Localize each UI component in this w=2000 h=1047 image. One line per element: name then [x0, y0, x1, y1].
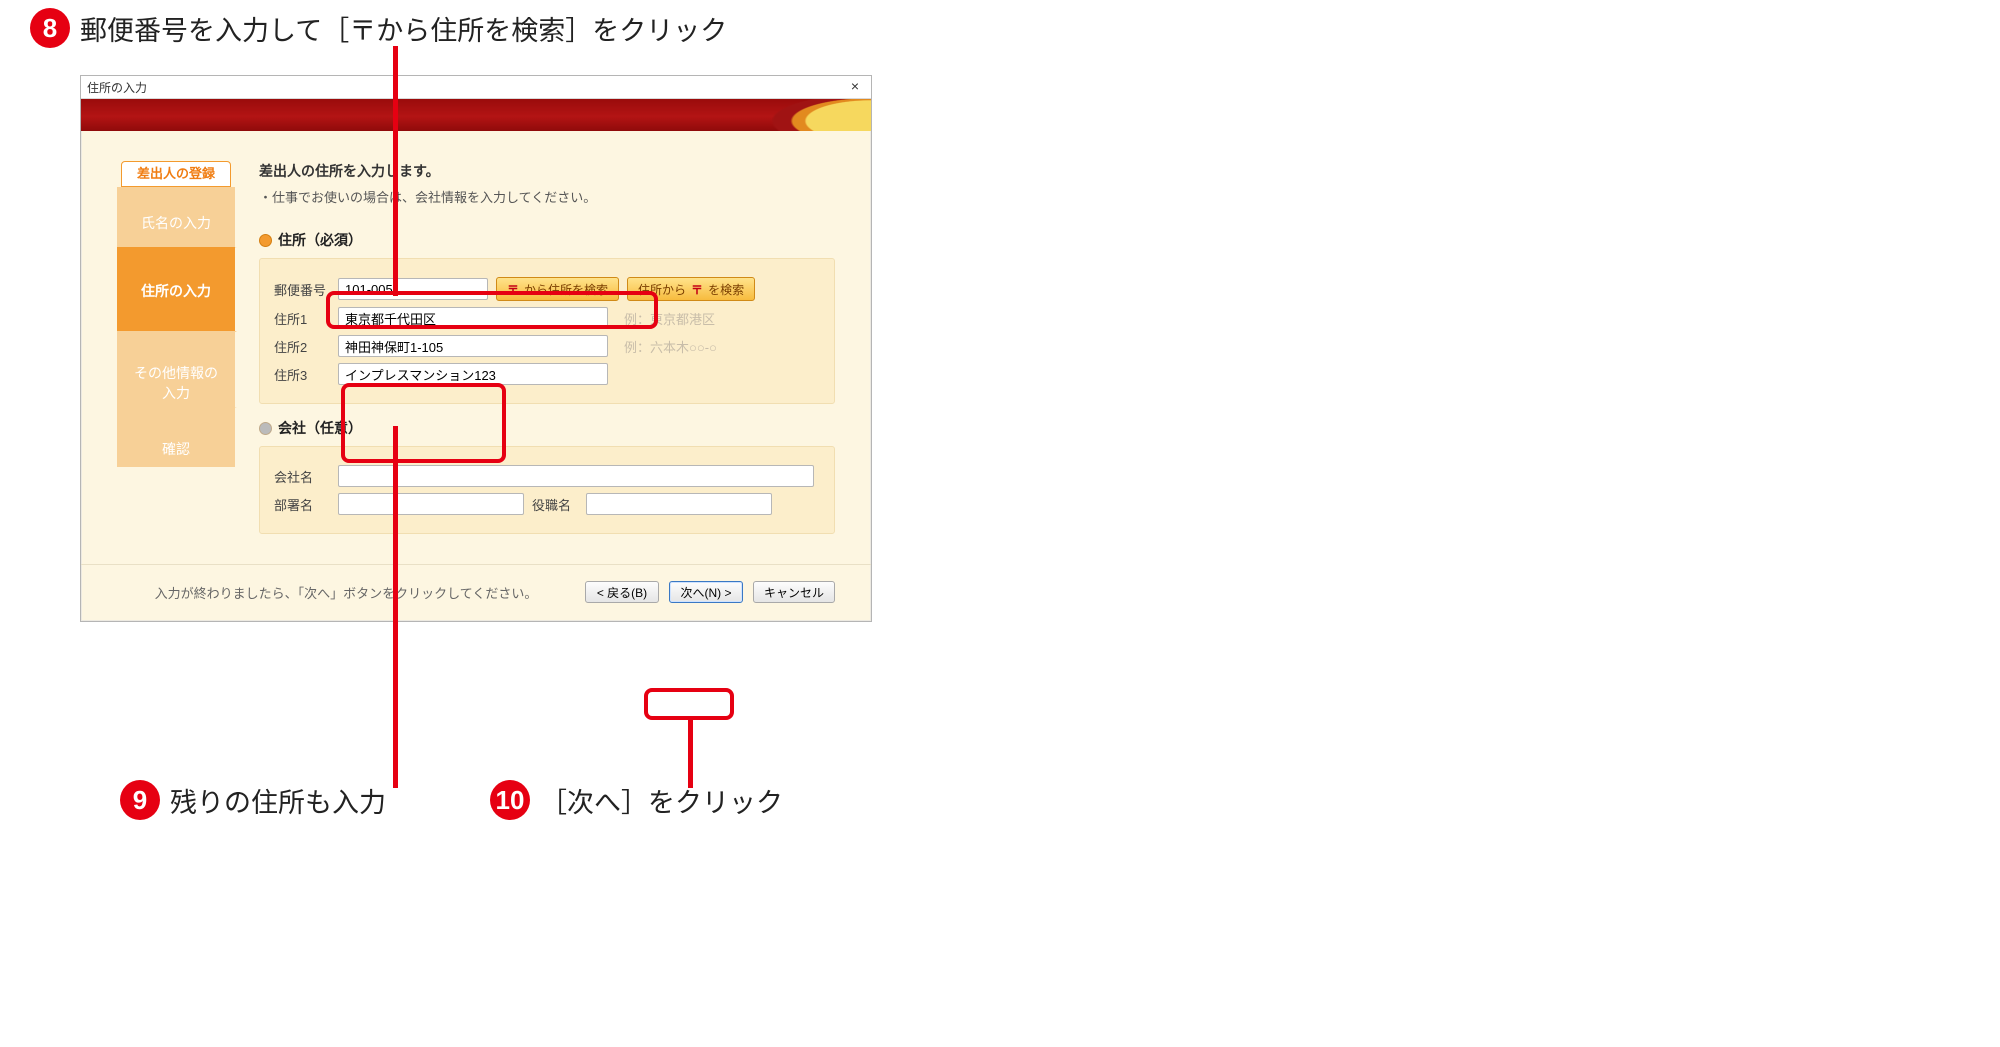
dialog-titlebar: 住所の入力 × — [81, 76, 871, 99]
leader-10 — [688, 720, 693, 788]
step-address-label: 住所の入力 — [141, 283, 211, 299]
address-group: 郵便番号 〒 から住所を検索 住所から 〒 を検索 住所1 — [259, 258, 835, 404]
cancel-button[interactable]: キャンセル — [753, 581, 835, 603]
next-button[interactable]: 次へ(N) > — [669, 581, 743, 603]
addr1-hint: 例：東京都港区 — [624, 309, 715, 328]
address-to-zip-label-post: を検索 — [708, 281, 744, 298]
dept-label: 部署名 — [274, 495, 330, 514]
addr2-hint: 例：六本木○○-○ — [624, 337, 717, 356]
callout-10: 10 ［次へ］をクリック — [490, 780, 783, 820]
step-name-label: 氏名の入力 — [141, 215, 211, 231]
callout-8-num: 8 — [30, 8, 70, 48]
zip-to-address-label: から住所を検索 — [524, 281, 608, 298]
sidebar-header: 差出人の登録 — [121, 161, 231, 187]
callout-8-text: 郵便番号を入力して［〒から住所を検索］をクリック — [80, 9, 727, 48]
addr1-label: 住所1 — [274, 309, 330, 328]
dialog-footer: 入力が終わりましたら、「次へ」ボタンをクリックしてください。 < 戻る(B) 次… — [81, 564, 871, 621]
step-other[interactable]: その他情報の 入力 — [117, 331, 235, 407]
footer-text: 入力が終わりましたら、「次へ」ボタンをクリックしてください。 — [117, 583, 575, 602]
section-company-header: 会社（任意） — [259, 418, 835, 438]
addr3-label: 住所3 — [274, 365, 330, 384]
addr2-input[interactable] — [338, 335, 608, 357]
postal-mark-icon: 〒 — [691, 281, 703, 298]
company-input[interactable] — [338, 465, 814, 487]
dept-input[interactable] — [338, 493, 524, 515]
zip-to-address-button[interactable]: 〒 から住所を検索 — [496, 277, 619, 301]
section-company-label: 会社（任意） — [278, 418, 362, 438]
form-subtext: ・仕事でお使いの場合は、会社情報を入力してください。 — [259, 187, 835, 206]
step-other-label: その他情報の 入力 — [134, 365, 218, 401]
optional-dot-icon — [259, 422, 272, 435]
wizard-sidebar: 差出人の登録 氏名の入力 住所の入力 その他情報の 入力 確認 — [117, 161, 235, 548]
zip-input[interactable] — [338, 278, 488, 300]
addr2-label: 住所2 — [274, 337, 330, 356]
leader-8 — [393, 46, 398, 296]
address-to-zip-label-pre: 住所から — [638, 281, 686, 298]
dialog-title: 住所の入力 — [81, 79, 839, 96]
highlight-next — [644, 688, 734, 720]
role-label: 役職名 — [532, 495, 578, 514]
postal-mark-icon: 〒 — [507, 281, 519, 298]
callout-9-num: 9 — [120, 780, 160, 820]
close-icon[interactable]: × — [839, 76, 871, 98]
addr3-input[interactable] — [338, 363, 608, 385]
step-address[interactable]: 住所の入力 — [117, 247, 235, 331]
callout-8: 8 郵便番号を入力して［〒から住所を検索］をクリック — [30, 8, 727, 48]
leader-9 — [393, 426, 398, 788]
section-address-label: 住所（必須） — [278, 230, 362, 250]
form-panel: 差出人の住所を入力します。 ・仕事でお使いの場合は、会社情報を入力してください。… — [259, 161, 835, 548]
addr1-input[interactable] — [338, 307, 608, 329]
callout-9: 9 残りの住所も入力 — [120, 780, 386, 820]
back-button[interactable]: < 戻る(B) — [585, 581, 659, 603]
callout-10-text: ［次へ］をクリック — [540, 781, 783, 820]
brand-bar — [81, 99, 871, 131]
company-label: 会社名 — [274, 467, 330, 486]
step-confirm[interactable]: 確認 — [117, 407, 235, 467]
step-confirm-label: 確認 — [162, 441, 190, 457]
callout-10-num: 10 — [490, 780, 530, 820]
role-input[interactable] — [586, 493, 772, 515]
required-dot-icon — [259, 234, 272, 247]
company-group: 会社名 部署名 役職名 — [259, 446, 835, 534]
step-name[interactable]: 氏名の入力 — [117, 187, 235, 247]
address-to-zip-button[interactable]: 住所から 〒 を検索 — [627, 277, 755, 301]
form-heading: 差出人の住所を入力します。 — [259, 161, 835, 181]
callout-9-text: 残りの住所も入力 — [170, 781, 386, 820]
dialog-address-entry: 住所の入力 × 差出人の登録 氏名の入力 住所の入力 その他情報の 入力 確認 — [80, 75, 872, 622]
section-address-header: 住所（必須） — [259, 230, 835, 250]
zip-label: 郵便番号 — [274, 280, 330, 299]
